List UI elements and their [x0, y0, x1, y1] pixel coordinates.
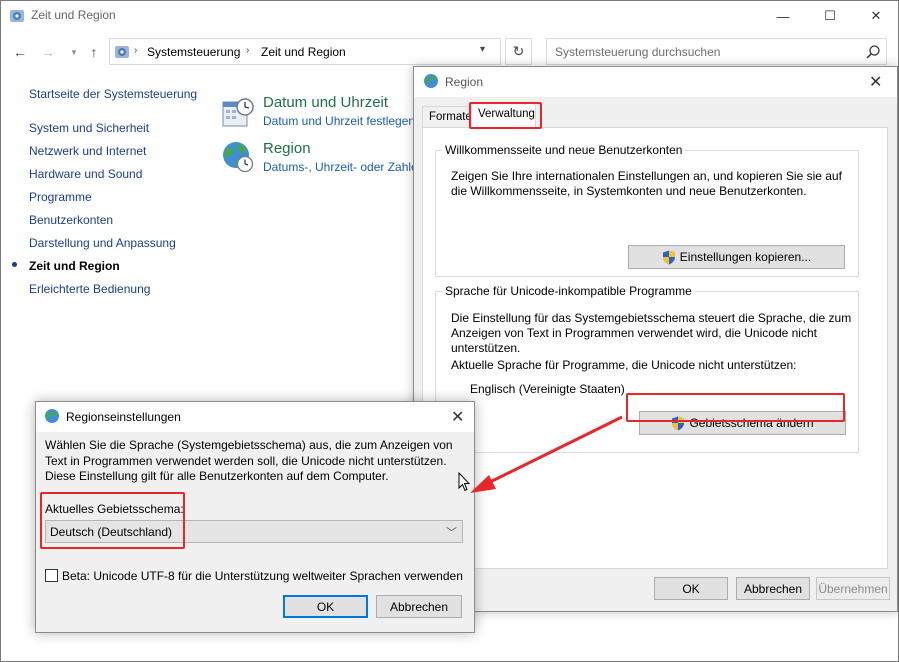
region-ok-button[interactable]: OK [654, 577, 728, 600]
change-locale-button[interactable]: Gebietsschema ändern [639, 411, 846, 435]
category-link-region-formats[interactable]: Datums-, Uhrzeit- oder Zahlen [263, 160, 424, 174]
tab-panel-verwaltung: Willkommensseite und neue Benutzerkonten… [422, 127, 888, 569]
control-panel-icon [10, 10, 24, 22]
copy-settings-button[interactable]: Einstellungen kopieren... [628, 245, 845, 269]
sidebar-item-hardware[interactable]: Hardware und Sound [29, 167, 142, 181]
mouse-cursor-icon [458, 472, 470, 492]
unicode-text-line-1: Die Einstellung für das Systemgebietssch… [451, 311, 852, 325]
forward-arrow-icon[interactable]: → [39, 43, 57, 61]
breadcrumb-systemsteuerung[interactable]: Systemsteuerung [147, 45, 240, 59]
search-input[interactable]: Systemsteuerung durchsuchen [546, 38, 887, 65]
sidebar-item-user-accounts[interactable]: Benutzerkonten [29, 213, 113, 227]
region-settings-description: Wählen Sie die Sprache (Systemgebietssch… [45, 438, 453, 483]
region-dialog-title-bar[interactable]: Region ✕ [414, 67, 897, 97]
search-icon[interactable] [865, 44, 881, 60]
breadcrumb-separator-icon[interactable]: › [246, 45, 249, 56]
sidebar-item-home[interactable]: Startseite der Systemsteuerung [29, 87, 197, 101]
welcome-text-line-2: die Willkommensseite, in Systemkonten un… [451, 184, 807, 198]
unicode-group: Sprache für Unicode-inkompatible Program… [435, 284, 859, 453]
sidebar-item-programs[interactable]: Programme [29, 190, 92, 204]
search-placeholder: Systemsteuerung durchsuchen [555, 45, 721, 59]
sidebar-item-time-region[interactable]: Zeit und Region [29, 259, 120, 273]
unicode-text-line-3: unterstützen. [451, 341, 521, 355]
current-locale-value: Deutsch (Deutschland) [50, 525, 173, 539]
beta-utf8-label[interactable]: Beta: Unicode UTF-8 für die Unterstützun… [62, 569, 463, 583]
recent-locations-chevron-icon[interactable]: ▾ [65, 43, 83, 61]
unicode-text-line-2: Anzeigen von Text in Programmen verwende… [451, 326, 817, 340]
region-cancel-button[interactable]: Abbrechen [736, 577, 810, 600]
up-arrow-icon[interactable]: ↑ [85, 43, 103, 61]
category-link-set-date-time[interactable]: Datum und Uhrzeit festlegen [263, 114, 415, 128]
category-title-region[interactable]: Region [263, 140, 311, 157]
current-item-bullet [12, 262, 17, 267]
current-program-language-label: Aktuelle Sprache für Programme, die Unic… [451, 358, 797, 372]
region-settings-dialog: Regionseinstellungen ✕ Wählen Sie die Sp… [35, 401, 475, 633]
tab-verwaltung[interactable]: Verwaltung [471, 103, 536, 128]
region-apply-button[interactable]: Übernehmen [816, 577, 890, 600]
region-settings-title: Regionseinstellungen [66, 410, 181, 424]
tab-formate[interactable]: Formate [422, 106, 472, 128]
title-bar[interactable]: Zeit und Region — ☐ ✕ [1, 1, 898, 31]
close-button[interactable]: ✕ [853, 1, 899, 31]
welcome-group-legend: Willkommensseite und neue Benutzerkonten [442, 143, 686, 157]
region-settings-title-bar[interactable]: Regionseinstellungen ✕ [36, 402, 474, 432]
beta-utf8-checkbox[interactable] [45, 569, 58, 582]
globe-clock-icon[interactable] [221, 140, 255, 174]
region-settings-ok-button[interactable]: OK [283, 595, 368, 618]
unicode-group-legend: Sprache für Unicode-inkompatible Program… [442, 284, 695, 298]
uac-shield-icon [672, 416, 685, 430]
close-icon[interactable]: ✕ [869, 72, 882, 92]
category-title-date-time[interactable]: Datum und Uhrzeit [263, 94, 388, 111]
current-locale-label: Aktuelles Gebietsschema: [45, 502, 184, 516]
region-dialog: Region ✕ Formate Verwaltung Willkommenss… [413, 66, 898, 612]
refresh-icon[interactable]: ↻ [505, 38, 532, 65]
sidebar-item-network[interactable]: Netzwerk und Internet [29, 144, 146, 158]
globe-icon [45, 409, 59, 423]
copy-settings-label: Einstellungen kopieren... [679, 250, 812, 264]
calendar-clock-icon[interactable] [221, 96, 255, 130]
back-arrow-icon[interactable]: ← [11, 43, 29, 61]
welcome-text-line-1: Zeigen Sie Ihre internationalen Einstell… [451, 169, 842, 183]
sidebar-item-accessibility[interactable]: Erleichterte Bedienung [29, 282, 150, 296]
current-locale-select[interactable]: Deutsch (Deutschland) ﹀ [45, 520, 463, 543]
minimize-button[interactable]: — [760, 1, 806, 31]
current-program-language-value: Englisch (Vereinigte Staaten) [470, 382, 625, 396]
chevron-down-icon[interactable]: ﹀ [446, 524, 457, 540]
breadcrumb-zeit-und-region[interactable]: Zeit und Region [261, 45, 346, 59]
welcome-group: Willkommensseite und neue Benutzerkonten… [435, 143, 859, 277]
sidebar-item-appearance[interactable]: Darstellung und Anpassung [29, 236, 176, 250]
breadcrumb-separator-icon[interactable]: › [134, 45, 137, 56]
region-settings-cancel-button[interactable]: Abbrechen [376, 595, 462, 618]
uac-shield-icon [662, 250, 675, 264]
globe-icon [424, 74, 438, 88]
control-panel-icon [115, 46, 129, 58]
window-title: Zeit und Region [31, 8, 116, 22]
close-icon[interactable]: ✕ [451, 407, 464, 427]
region-dialog-title: Region [445, 75, 484, 89]
change-locale-label: Gebietsschema ändern [689, 416, 814, 430]
chevron-down-icon[interactable]: ▾ [480, 44, 485, 55]
address-bar[interactable]: › Systemsteuerung › Zeit und Region ▾ [109, 38, 501, 65]
navigation-toolbar: ← → ▾ ↑ › Systemsteuerung › Zeit und Reg… [1, 33, 898, 69]
maximize-button[interactable]: ☐ [807, 1, 853, 31]
sidebar-item-system-security[interactable]: System und Sicherheit [29, 121, 149, 135]
